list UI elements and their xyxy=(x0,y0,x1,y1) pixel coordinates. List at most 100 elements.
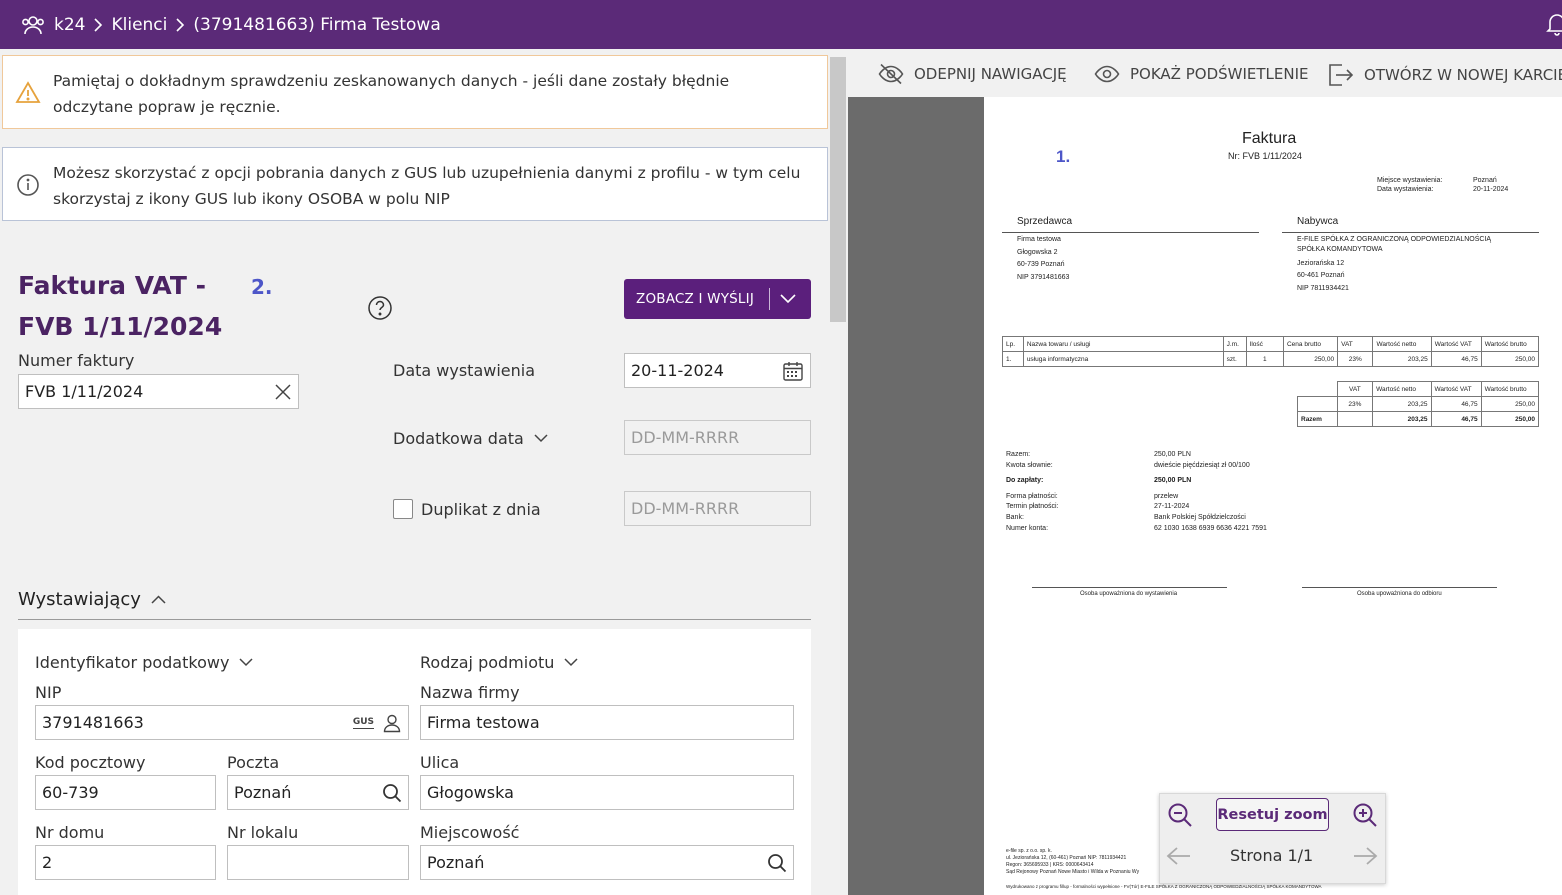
totals-value: 27-11-2024 xyxy=(1154,503,1190,510)
bell-icon[interactable] xyxy=(1546,12,1562,36)
chevron-down-icon xyxy=(534,434,548,443)
table-cell: szt. xyxy=(1222,351,1247,367)
post-office-value: Poznań xyxy=(234,783,292,802)
table-cell: Wartość brutto xyxy=(1480,336,1540,352)
chevron-down-icon xyxy=(239,658,253,667)
duplicate-checkbox[interactable] xyxy=(393,499,413,519)
seller-line: 60-739 Poznań xyxy=(1017,261,1065,268)
seller-heading: Sprzedawca xyxy=(1017,216,1073,227)
table-row: Razem 203,25 46,75 250,00 xyxy=(1297,411,1540,427)
seller-divider xyxy=(1002,232,1259,233)
unpin-navigation-label: ODEPNIJ NAWIGACJĘ xyxy=(914,65,1067,83)
zoom-out-icon[interactable] xyxy=(1167,802,1193,828)
duplicate-date-input[interactable]: DD-MM-RRRR xyxy=(624,491,811,526)
city-input[interactable]: Poznań xyxy=(420,845,794,880)
postal-code-value: 60-739 xyxy=(42,783,99,802)
signature-issuer-label: Osoba upoważniona do wystawienia xyxy=(1080,591,1178,597)
table-cell: 250,00 xyxy=(1480,351,1540,367)
clear-icon[interactable] xyxy=(274,383,292,401)
document-viewer[interactable]: Faktura Nr: FVB 1/11/2024 1. Miejsce wys… xyxy=(848,97,1562,895)
annotation-marker: 1. xyxy=(1056,147,1071,166)
table-cell: Wartość VAT xyxy=(1430,381,1482,397)
buyer-line: E-FILE SPÓŁKA Z OGRANICZONĄ ODPOWIEDZIAL… xyxy=(1297,236,1492,243)
postal-code-input[interactable]: 60-739 xyxy=(35,775,216,810)
post-office-input[interactable]: Poznań xyxy=(227,775,409,810)
issuer-section-toggle[interactable]: Wystawiający xyxy=(18,589,166,610)
entity-type-label: Rodzaj podmiotu xyxy=(420,653,555,672)
totals-value: 250,00 PLN xyxy=(1154,477,1192,484)
city-value: Poznań xyxy=(427,853,485,872)
nip-value: 3791481663 xyxy=(42,713,144,732)
table-cell: Ilość xyxy=(1245,336,1284,352)
warning-text: Pamiętaj o dokładnym sprawdzeniu zeskano… xyxy=(53,72,730,116)
view-and-send-button[interactable]: ZOBACZ I WYŚLIJ xyxy=(624,279,811,319)
house-number-label: Nr domu xyxy=(35,823,105,842)
extra-date-toggle[interactable]: Dodatkowa data xyxy=(393,429,548,448)
table-cell: Lp. xyxy=(1002,336,1024,352)
breadcrumb-root[interactable]: k24 xyxy=(54,15,85,35)
company-name-input[interactable]: Firma testowa xyxy=(420,705,794,740)
tax-id-type-label: Identyfikator podatkowy xyxy=(35,653,230,672)
show-highlight-button[interactable]: POKAŻ PODŚWIETLENIE xyxy=(1094,63,1309,85)
info-alert: Możesz skorzystać z opcji pobrania danyc… xyxy=(2,147,828,221)
arrow-left-icon[interactable] xyxy=(1166,846,1192,866)
page-title: Faktura VAT - FVB 1/11/2024 xyxy=(18,271,223,341)
zoom-in-icon[interactable] xyxy=(1352,802,1378,828)
table-cell: Wartość VAT xyxy=(1430,336,1482,352)
zoom-controls: Resetuj zoom Strona 1/1 xyxy=(1159,793,1386,884)
buyer-heading: Nabywca xyxy=(1297,216,1339,227)
table-cell: Wartość netto xyxy=(1372,381,1432,397)
street-value: Głogowska xyxy=(427,783,514,802)
invoice-number-input[interactable]: FVB 1/11/2024 xyxy=(18,374,299,409)
search-icon[interactable] xyxy=(382,783,402,803)
invoice-form-panel: Pamiętaj o dokładnym sprawdzeniu zeskano… xyxy=(0,49,828,895)
totals-value: Bank Polskiej Spółdzielczości xyxy=(1154,514,1246,521)
person-icon[interactable] xyxy=(382,713,402,733)
place-value: Poznań xyxy=(1473,177,1497,184)
breadcrumb: k24 Klienci (3791481663) Firma Testowa xyxy=(0,12,441,38)
table-cell: 250,00 xyxy=(1480,411,1540,427)
invoice-preview-page: Faktura Nr: FVB 1/11/2024 1. Miejsce wys… xyxy=(984,97,1562,895)
place-label: Miejsce wystawienia: xyxy=(1377,177,1443,184)
footer-print-note: Wydrukowano z programu fillup - formalno… xyxy=(1006,884,1322,889)
scrollbar-thumb[interactable] xyxy=(830,57,846,322)
gus-icon[interactable]: GUS xyxy=(352,717,374,729)
table-cell: Wartość netto xyxy=(1372,336,1432,352)
table-cell: usługa informatyczna xyxy=(1022,351,1224,367)
eye-icon xyxy=(1094,65,1120,83)
breadcrumb-current: (3791481663) Firma Testowa xyxy=(193,14,441,35)
issue-date-input[interactable]: 20-11-2024 xyxy=(624,353,811,388)
table-cell: Wartość brutto xyxy=(1480,381,1540,397)
table-cell: 203,25 xyxy=(1372,396,1432,412)
warning-alert: Pamiętaj o dokładnym sprawdzeniu zeskano… xyxy=(2,55,828,129)
house-number-input[interactable]: 2 xyxy=(35,845,216,880)
totals-label: Termin płatności: xyxy=(1006,503,1059,510)
open-new-tab-button[interactable]: OTWÓRZ W NOWEJ KARCIE xyxy=(1328,63,1562,87)
arrow-right-icon[interactable] xyxy=(1352,846,1378,866)
apartment-number-input[interactable] xyxy=(227,845,409,880)
entity-type-select[interactable]: Rodzaj podmiotu xyxy=(420,653,578,672)
chevron-down-icon[interactable] xyxy=(780,294,796,304)
preview-number: Nr: FVB 1/11/2024 xyxy=(1228,151,1302,161)
tax-id-type-select[interactable]: Identyfikator podatkowy xyxy=(35,653,253,672)
table-cell: 46,75 xyxy=(1430,351,1482,367)
buyer-divider xyxy=(1282,232,1539,233)
issue-date-label: Data wystawienia xyxy=(393,361,536,380)
search-icon[interactable] xyxy=(767,853,787,873)
invoice-number-label: Numer faktury xyxy=(18,351,135,370)
table-cell xyxy=(1297,396,1338,412)
city-label: Miejscowość xyxy=(420,823,520,842)
issuer-section-title: Wystawiający xyxy=(18,589,141,610)
unpin-navigation-button[interactable]: ODEPNIJ NAWIGACJĘ xyxy=(878,63,1067,85)
help-icon[interactable] xyxy=(367,295,393,321)
table-cell: 1 xyxy=(1245,351,1284,367)
footer-line: e-file sp. z o.o. sp. k. xyxy=(1006,848,1052,854)
breadcrumb-section[interactable]: Klienci xyxy=(111,15,167,35)
extra-date-input[interactable]: DD-MM-RRRR xyxy=(624,420,811,455)
nip-input[interactable]: 3791481663 GUS xyxy=(35,705,409,740)
post-office-label: Poczta xyxy=(227,753,280,772)
calendar-icon[interactable] xyxy=(782,360,804,382)
street-input[interactable]: Głogowska xyxy=(420,775,794,810)
form-scrollbar[interactable] xyxy=(828,49,848,895)
reset-zoom-button[interactable]: Resetuj zoom xyxy=(1216,798,1329,831)
